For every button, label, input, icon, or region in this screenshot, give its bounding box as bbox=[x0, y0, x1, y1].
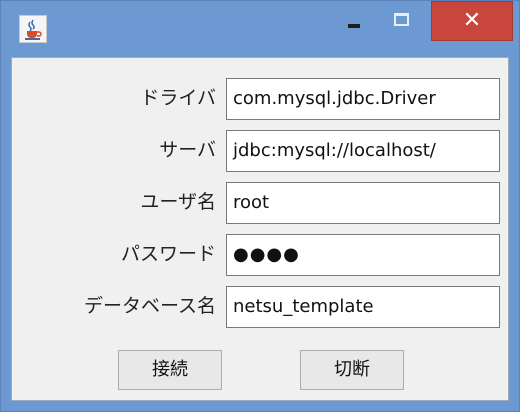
username-label: ユーザ名 bbox=[140, 191, 216, 213]
database-field[interactable]: netsu_template bbox=[226, 286, 500, 328]
minimize-button[interactable] bbox=[331, 1, 375, 41]
app-window: ✕ ドライバ com.mysql.jdbc.Driver サーバ jdbc:my… bbox=[0, 0, 520, 412]
title-bar[interactable]: ✕ bbox=[1, 1, 519, 57]
username-field[interactable]: root bbox=[226, 182, 500, 224]
password-field[interactable]: ●●●● bbox=[226, 234, 500, 276]
connection-form: ドライバ com.mysql.jdbc.Driver サーバ jdbc:mysq… bbox=[11, 57, 509, 401]
maximize-button[interactable] bbox=[379, 1, 423, 41]
server-field[interactable]: jdbc:mysql://localhost/ bbox=[226, 130, 500, 172]
driver-label: ドライバ bbox=[140, 87, 216, 109]
close-button[interactable]: ✕ bbox=[431, 1, 513, 41]
java-cup-icon[interactable] bbox=[19, 15, 47, 43]
server-label: サーバ bbox=[159, 139, 216, 161]
database-label: データベース名 bbox=[83, 295, 216, 317]
close-icon: ✕ bbox=[462, 8, 482, 33]
driver-field[interactable]: com.mysql.jdbc.Driver bbox=[226, 78, 500, 120]
disconnect-button[interactable]: 切断 bbox=[300, 350, 404, 390]
connect-button[interactable]: 接続 bbox=[118, 350, 222, 390]
password-label: パスワード bbox=[120, 243, 216, 265]
